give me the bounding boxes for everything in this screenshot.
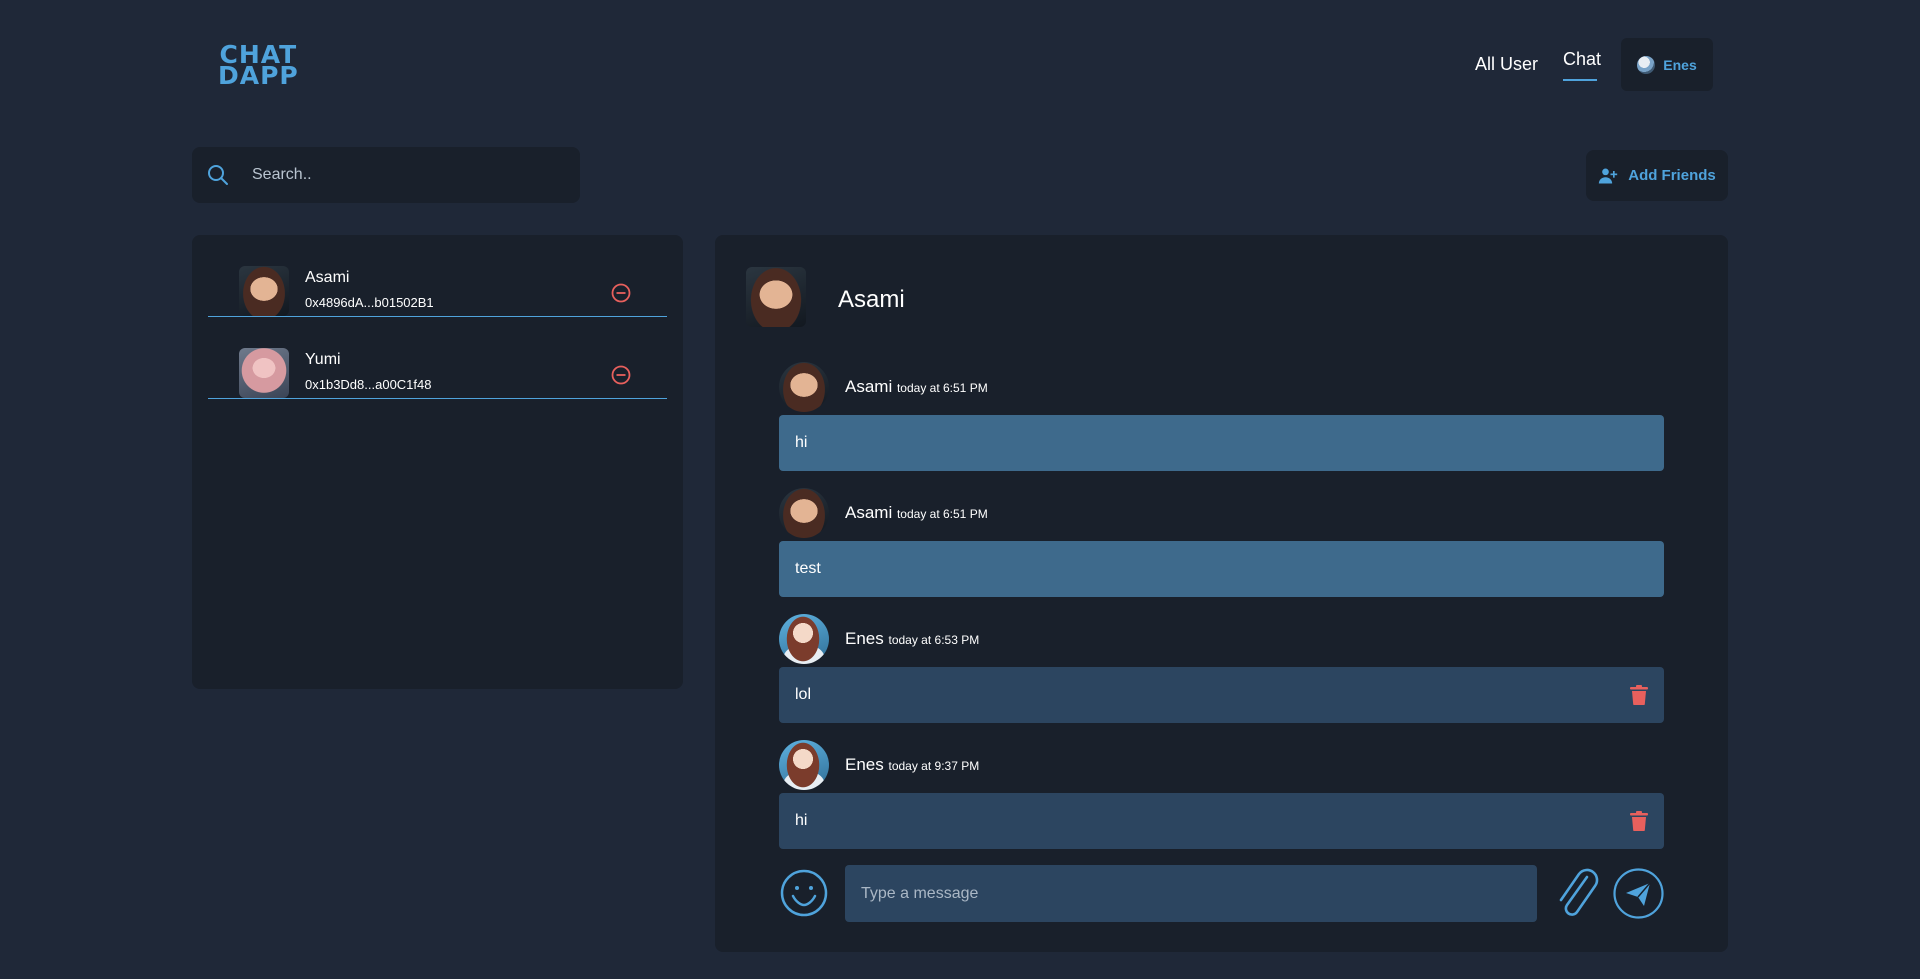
sender-name: Enes	[845, 755, 884, 774]
message-time: today at 6:51 PM	[896, 507, 988, 521]
friends-list: Asami 0x4896dA...b01502B1 Yumi 0x1b3Dd8.…	[192, 235, 683, 689]
add-friends-button[interactable]: Add Friends	[1586, 150, 1728, 201]
emoji-icon[interactable]	[779, 868, 829, 918]
nav-chat[interactable]: Chat	[1563, 49, 1601, 70]
message-time: today at 6:51 PM	[896, 381, 988, 395]
nav-active-indicator	[1563, 79, 1597, 81]
friend-address: 0x1b3Dd8...a00C1f48	[305, 377, 432, 392]
sender-avatar	[779, 614, 829, 664]
user-profile-button[interactable]: Enes	[1621, 38, 1713, 91]
chat-partner-avatar	[746, 267, 806, 327]
nav-all-user[interactable]: All User	[1475, 54, 1538, 75]
message-bubble: hi	[779, 793, 1664, 849]
message-text: lol	[795, 686, 812, 703]
user-avatar	[1637, 55, 1656, 74]
trash-icon[interactable]	[1630, 685, 1648, 705]
message-bubble: lol	[779, 667, 1664, 723]
message-meta: Enes today at 6:53 PM	[845, 629, 979, 649]
friend-avatar	[239, 266, 289, 316]
remove-friend-icon[interactable]	[611, 365, 631, 385]
message-bubble: hi	[779, 415, 1664, 471]
remove-friend-icon[interactable]	[611, 283, 631, 303]
friend-name: Yumi	[305, 351, 341, 368]
message-input[interactable]	[845, 865, 1537, 922]
trash-icon[interactable]	[1630, 811, 1648, 831]
message-meta: Asami today at 6:51 PM	[845, 503, 988, 523]
message-text: test	[795, 560, 821, 577]
user-name: Enes	[1663, 56, 1697, 73]
search-icon[interactable]	[206, 163, 230, 187]
message-bubble: test	[779, 541, 1664, 597]
send-icon[interactable]	[1613, 868, 1664, 919]
paperclip-icon[interactable]	[1553, 867, 1601, 919]
message-meta: Enes today at 9:37 PM	[845, 755, 979, 775]
message-composer	[779, 865, 1664, 922]
message-meta: Asami today at 6:51 PM	[845, 377, 988, 397]
sender-name: Asami	[845, 377, 893, 396]
sender-name: Enes	[845, 629, 884, 648]
chat-panel: Asami Asami today at 6:51 PM hi Asami to…	[715, 235, 1728, 952]
search-bar	[192, 147, 580, 203]
sender-avatar	[779, 740, 829, 790]
add-friends-label: Add Friends	[1628, 167, 1716, 184]
message-time: today at 9:37 PM	[888, 759, 980, 773]
friend-item-asami[interactable]: Asami 0x4896dA...b01502B1	[208, 235, 667, 317]
chat-dapp-page: CHAT DAPP All User Chat Enes Add Friends	[0, 0, 1920, 979]
sender-name: Asami	[845, 503, 893, 522]
friend-item-yumi[interactable]: Yumi 0x1b3Dd8...a00C1f48	[208, 317, 667, 399]
message-text: hi	[795, 812, 808, 829]
sender-avatar	[779, 488, 829, 538]
search-input[interactable]	[252, 166, 552, 184]
friend-name: Asami	[305, 269, 350, 286]
message-text: hi	[795, 434, 808, 451]
sender-avatar	[779, 362, 829, 412]
friend-avatar	[239, 348, 289, 398]
chat-partner-name: Asami	[838, 286, 905, 313]
message-time: today at 6:53 PM	[888, 633, 980, 647]
add-user-icon	[1599, 168, 1618, 183]
friend-address: 0x4896dA...b01502B1	[305, 295, 434, 310]
top-nav: All User Chat Enes	[0, 38, 1920, 92]
